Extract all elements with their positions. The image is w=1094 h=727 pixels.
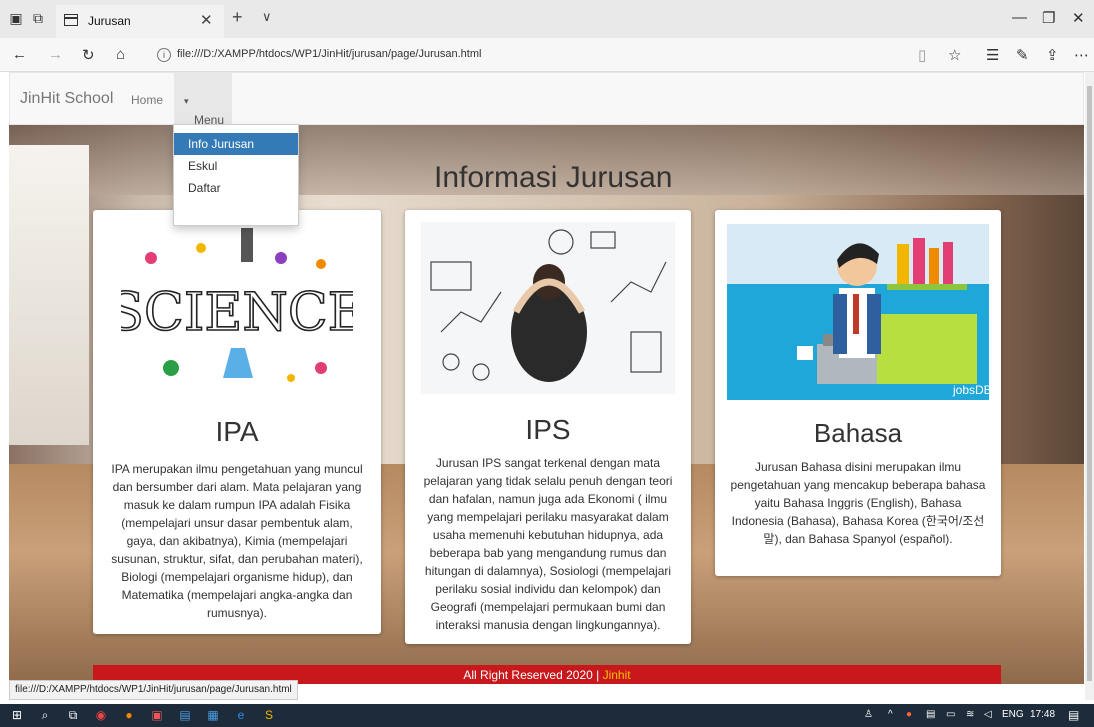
- footer-link[interactable]: Jinhit: [603, 668, 631, 682]
- footer-text: All Right Reserved 2020 |: [463, 668, 600, 682]
- scrollbar-thumb[interactable]: [1087, 86, 1092, 681]
- card-body-bahasa: Jurusan Bahasa disini merupakan ilmu pen…: [730, 460, 986, 546]
- tab-list-chevron-icon[interactable]: ∨: [262, 9, 272, 25]
- chrome-icon[interactable]: ◉: [92, 706, 110, 724]
- science-image-text: SCIENCE: [121, 283, 353, 343]
- navbar: JinHit School Home Menu ▾: [9, 72, 1084, 127]
- science-image: SCIENCE: [121, 218, 353, 396]
- edge-icon[interactable]: e: [232, 706, 250, 724]
- close-tab-icon[interactable]: ✕: [200, 11, 213, 29]
- close-window-icon[interactable]: ✕: [1072, 9, 1085, 27]
- clock[interactable]: 17:48: [1030, 709, 1055, 720]
- page-title: Informasi Jurusan: [434, 161, 673, 194]
- store-icon[interactable]: ▦: [204, 706, 222, 724]
- taskbar: ⊞ ⌕ ⧉ ◉ ● ▣ ▤ ▦ e S ♙ ^ ● ▤ ▭ ≋ ◁ ENG 17…: [0, 704, 1094, 727]
- restore-icon[interactable]: ❐: [1042, 9, 1055, 27]
- wifi-icon[interactable]: ≋: [966, 709, 974, 720]
- business-image: [421, 222, 675, 394]
- tab-bar: ▣ ⧉ Jurusan ✕ + ∨ — ❐ ✕: [0, 0, 1094, 38]
- new-tab-icon[interactable]: +: [232, 7, 243, 28]
- status-bar-url: file:///D:/XAMPP/htdocs/WP1/JinHit/jurus…: [9, 680, 298, 700]
- menu-item-info-jurusan[interactable]: Info Jurusan: [174, 133, 298, 155]
- home-icon[interactable]: ⌂: [116, 46, 125, 63]
- people-icon[interactable]: ♙: [864, 709, 873, 720]
- browser-tab[interactable]: Jurusan ✕: [56, 5, 224, 38]
- tab-title: Jurusan: [88, 14, 131, 28]
- firefox-icon[interactable]: ●: [120, 706, 138, 724]
- windows-start-icon[interactable]: ⊞: [8, 706, 26, 724]
- card-body-ips: Jurusan IPS sangat terkenal dengan mata …: [423, 456, 673, 632]
- info-icon[interactable]: i: [157, 48, 171, 62]
- card-title-ips: IPS: [525, 414, 571, 445]
- share-icon[interactable]: ⇪: [1046, 46, 1059, 64]
- search-icon[interactable]: ⌕: [36, 706, 54, 724]
- card-title-ipa: IPA: [215, 416, 259, 447]
- reading-view-icon[interactable]: ▯: [918, 46, 926, 64]
- pen-icon[interactable]: ✎: [1016, 46, 1029, 64]
- menu-item-daftar[interactable]: Daftar: [174, 177, 298, 199]
- url-field[interactable]: file:///D:/XAMPP/htdocs/WP1/JinHit/jurus…: [177, 48, 481, 60]
- tray-chevron-icon[interactable]: ^: [888, 709, 893, 720]
- tray-app-icon[interactable]: ●: [906, 709, 912, 720]
- more-icon[interactable]: ⋯: [1074, 46, 1089, 64]
- favorite-star-icon[interactable]: ☆: [948, 46, 961, 64]
- volume-icon[interactable]: ◁: [984, 709, 992, 720]
- battery-icon[interactable]: ▭: [946, 709, 955, 720]
- page-icon: [64, 14, 78, 26]
- nav-home[interactable]: Home: [131, 93, 163, 107]
- tab-actions-icon[interactable]: ▣: [6, 8, 26, 28]
- card-ips: IPS Jurusan IPS sangat terkenal dengan m…: [405, 210, 691, 644]
- dropdown-menu: Info Jurusan Eskul Daftar: [173, 124, 299, 226]
- file-explorer-icon[interactable]: ▤: [176, 706, 194, 724]
- network-icon[interactable]: ▤: [926, 709, 935, 720]
- minimize-icon[interactable]: —: [1012, 9, 1027, 26]
- notifications-icon[interactable]: ▤: [1068, 708, 1079, 722]
- brand-link[interactable]: JinHit School: [20, 90, 113, 108]
- sublime-icon[interactable]: S: [260, 706, 278, 724]
- vertical-scrollbar[interactable]: [1085, 72, 1094, 700]
- jobsdb-logo-text: jobsDB: [952, 383, 989, 397]
- tab-preview-icon[interactable]: ⧉: [28, 8, 48, 28]
- refresh-icon[interactable]: ↻: [82, 46, 95, 64]
- web-page: JinHit School Home Menu ▾ Info Jurusan Es…: [9, 72, 1084, 684]
- bahasa-image: jobsDB: [727, 224, 989, 400]
- forward-icon[interactable]: →: [48, 46, 63, 63]
- card-body-ipa: IPA merupakan ilmu pengetahuan yang munc…: [111, 462, 363, 620]
- language-indicator[interactable]: ENG: [1002, 709, 1024, 720]
- card-bahasa: jobsDB Bahasa Jurusan Bahasa disini meru…: [715, 210, 1001, 576]
- task-view-icon[interactable]: ⧉: [64, 706, 82, 724]
- nav-menu-dropdown[interactable]: Menu ▾: [174, 73, 232, 127]
- back-icon[interactable]: ←: [12, 46, 27, 63]
- menu-item-eskul[interactable]: Eskul: [174, 155, 298, 177]
- browser-window: ▣ ⧉ Jurusan ✕ + ∨ — ❐ ✕ ← → ↻ ⌂ i file:/…: [0, 0, 1094, 727]
- caret-down-icon: ▾: [184, 96, 189, 106]
- xampp-icon[interactable]: ▣: [148, 706, 166, 724]
- card-title-bahasa: Bahasa: [813, 418, 903, 448]
- card-ipa: SCIENCE IPA IPA merupakan ilmu pengetahu…: [93, 210, 381, 634]
- bg-window: [9, 145, 89, 445]
- address-bar: ← → ↻ ⌂ i file:///D:/XAMPP/htdocs/WP1/Ji…: [0, 38, 1094, 72]
- favorites-list-icon[interactable]: ☰: [986, 46, 999, 64]
